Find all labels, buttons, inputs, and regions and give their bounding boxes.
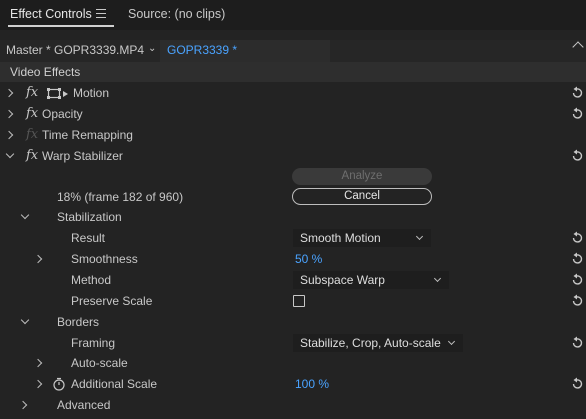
group-stabilization[interactable]: Stabilization [0,207,586,228]
framing-dropdown[interactable]: Stabilize, Crop, Auto-scale [293,334,463,352]
chevron-down-icon[interactable] [20,210,30,220]
effect-label-motion: Motion [73,86,110,100]
chevron-down-icon [415,232,424,241]
smoothness-label: Smoothness [71,252,138,266]
auto-scale-label: Auto-scale [71,356,128,370]
effect-label-warp-stabilizer: Warp Stabilizer [42,149,123,163]
analyze-button: Analyze [292,168,432,185]
video-effects-title: Video Effects [10,65,81,79]
param-row-method: Method Subspace Warp [0,270,586,291]
fx-icon[interactable]: fx [26,85,38,100]
param-row-smoothness: Smoothness 50 % [0,249,586,270]
framing-dropdown-value: Stabilize, Crop, Auto-scale [300,336,441,350]
chevron-down-icon[interactable] [20,315,30,325]
method-dropdown-value: Subspace Warp [300,273,385,287]
effect-row-opacity[interactable]: fx Opacity [0,104,586,125]
tab-source[interactable]: Source: (no clips) [128,0,225,30]
reset-icon[interactable] [570,336,584,350]
param-row-result: Result Smooth Motion [0,228,586,249]
param-row-preserve-scale: Preserve Scale [0,291,586,312]
additional-scale-label: Additional Scale [71,377,158,391]
result-dropdown[interactable]: Smooth Motion [293,229,431,247]
chevron-right-icon[interactable] [4,109,14,119]
panel-tab-bar: Effect Controls Source: (no clips) [0,0,586,30]
panel-menu-icon[interactable] [96,9,106,19]
video-effects-header: Video Effects [0,62,586,82]
tab-source-label: Source: (no clips) [128,7,226,21]
cancel-button[interactable]: Cancel [292,188,432,205]
method-label: Method [71,273,112,287]
reset-icon[interactable] [570,107,584,121]
effect-label-time-remapping: Time Remapping [42,128,133,142]
stabilization-label: Stabilization [57,210,122,224]
param-row-framing: Framing Stabilize, Crop, Auto-scale [0,333,586,354]
result-label: Result [71,231,106,245]
framing-label: Framing [71,336,116,350]
reset-icon[interactable] [570,294,584,308]
effect-row-time-remapping[interactable]: fx Time Remapping [0,125,586,146]
tab-effect-controls-label: Effect Controls [10,7,92,21]
reset-icon[interactable] [570,231,584,245]
group-borders[interactable]: Borders [0,312,586,333]
chevron-down-icon[interactable]: ⌄ [148,43,156,54]
fx-icon[interactable]: fx [26,148,38,163]
effect-label-opacity: Opacity [42,107,83,121]
master-clip-label[interactable]: Master * GOPR3339.MP4 [6,43,144,57]
effect-row-motion[interactable]: fx Motion [0,83,586,104]
stopwatch-icon[interactable] [52,377,66,391]
clip-selector-bar: Master * GOPR3339.MP4 ⌄ GOPR3339 * GOPR3… [0,40,586,78]
result-dropdown-value: Smooth Motion [300,231,381,245]
reset-icon[interactable] [570,149,584,163]
chevron-down-icon[interactable] [5,149,15,159]
chevron-right-icon[interactable] [33,379,43,389]
method-dropdown[interactable]: Subspace Warp [293,271,449,289]
effect-row-warp-stabilizer[interactable]: fx Warp Stabilizer [0,146,586,167]
chevron-right-icon[interactable] [33,358,43,368]
chevron-down-icon [433,274,442,283]
group-advanced[interactable]: Advanced [0,395,586,416]
chevron-right-icon[interactable] [4,130,14,140]
reset-icon[interactable] [570,252,584,266]
analysis-progress-text: 18% (frame 182 of 960) [57,190,184,204]
chevron-right-icon[interactable] [18,400,28,410]
param-row-auto-scale: Auto-scale [0,353,586,374]
chevron-right-icon[interactable] [33,254,43,264]
reset-icon[interactable] [570,377,584,391]
reset-icon[interactable] [570,273,584,287]
transform-icon[interactable] [47,87,69,101]
fx-icon[interactable]: fx [26,106,38,121]
chevron-down-icon [447,337,456,346]
active-tab-underline [8,25,114,27]
param-row-additional-scale: Additional Scale 100 % [0,374,586,395]
preserve-scale-label: Preserve Scale [71,294,153,308]
preserve-scale-checkbox[interactable] [293,295,305,307]
reset-icon[interactable] [570,86,584,100]
sequence-clip-label[interactable]: GOPR3339 * GOPR3339.MP4 [160,40,330,78]
borders-label: Borders [57,315,100,329]
advanced-label: Advanced [57,398,111,412]
chevron-right-icon[interactable] [4,88,14,98]
fx-icon: fx [26,127,39,142]
additional-scale-value[interactable]: 100 % [295,377,329,391]
smoothness-value[interactable]: 50 % [295,252,322,266]
